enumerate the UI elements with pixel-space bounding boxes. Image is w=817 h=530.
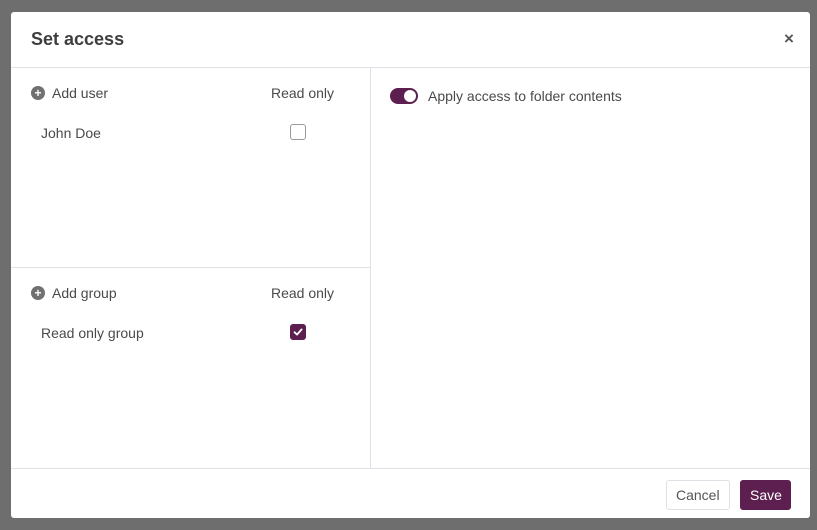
set-access-dialog: Set access × + Add user Read only John D… xyxy=(11,12,810,518)
add-user-button[interactable]: + Add user xyxy=(31,85,108,101)
group-read-only-checkbox[interactable] xyxy=(290,324,306,340)
groups-read-only-header: Read only xyxy=(271,285,335,301)
users-read-only-header: Read only xyxy=(271,85,335,101)
dialog-header: Set access × xyxy=(11,12,810,68)
plus-circle-icon: + xyxy=(31,86,45,100)
checkmark-icon xyxy=(293,328,303,336)
group-row-name: Read only group xyxy=(41,325,144,341)
toggle-knob xyxy=(404,90,416,102)
close-button[interactable]: × xyxy=(781,29,797,49)
options-panel: Apply access to folder contents xyxy=(372,68,810,468)
apply-to-contents-toggle[interactable] xyxy=(390,88,418,104)
save-button[interactable]: Save xyxy=(740,480,791,510)
add-group-button[interactable]: + Add group xyxy=(31,285,117,301)
dialog-title: Set access xyxy=(31,29,125,49)
groups-section: + Add group Read only Read only group xyxy=(11,268,370,468)
users-section: + Add user Read only John Doe xyxy=(11,68,370,268)
dialog-footer: Cancel Save xyxy=(11,468,810,518)
user-read-only-checkbox[interactable] xyxy=(290,124,306,140)
access-list-panel: + Add user Read only John Doe + Add grou… xyxy=(11,68,371,468)
plus-circle-icon: + xyxy=(31,286,45,300)
apply-to-contents-row: Apply access to folder contents xyxy=(390,88,622,104)
add-user-label: Add user xyxy=(52,85,109,101)
cancel-button[interactable]: Cancel xyxy=(666,480,730,510)
apply-to-contents-label: Apply access to folder contents xyxy=(428,88,622,104)
add-group-label: Add group xyxy=(52,285,117,301)
user-row-name: John Doe xyxy=(41,125,101,141)
dialog-body: + Add user Read only John Doe + Add grou… xyxy=(11,68,810,468)
